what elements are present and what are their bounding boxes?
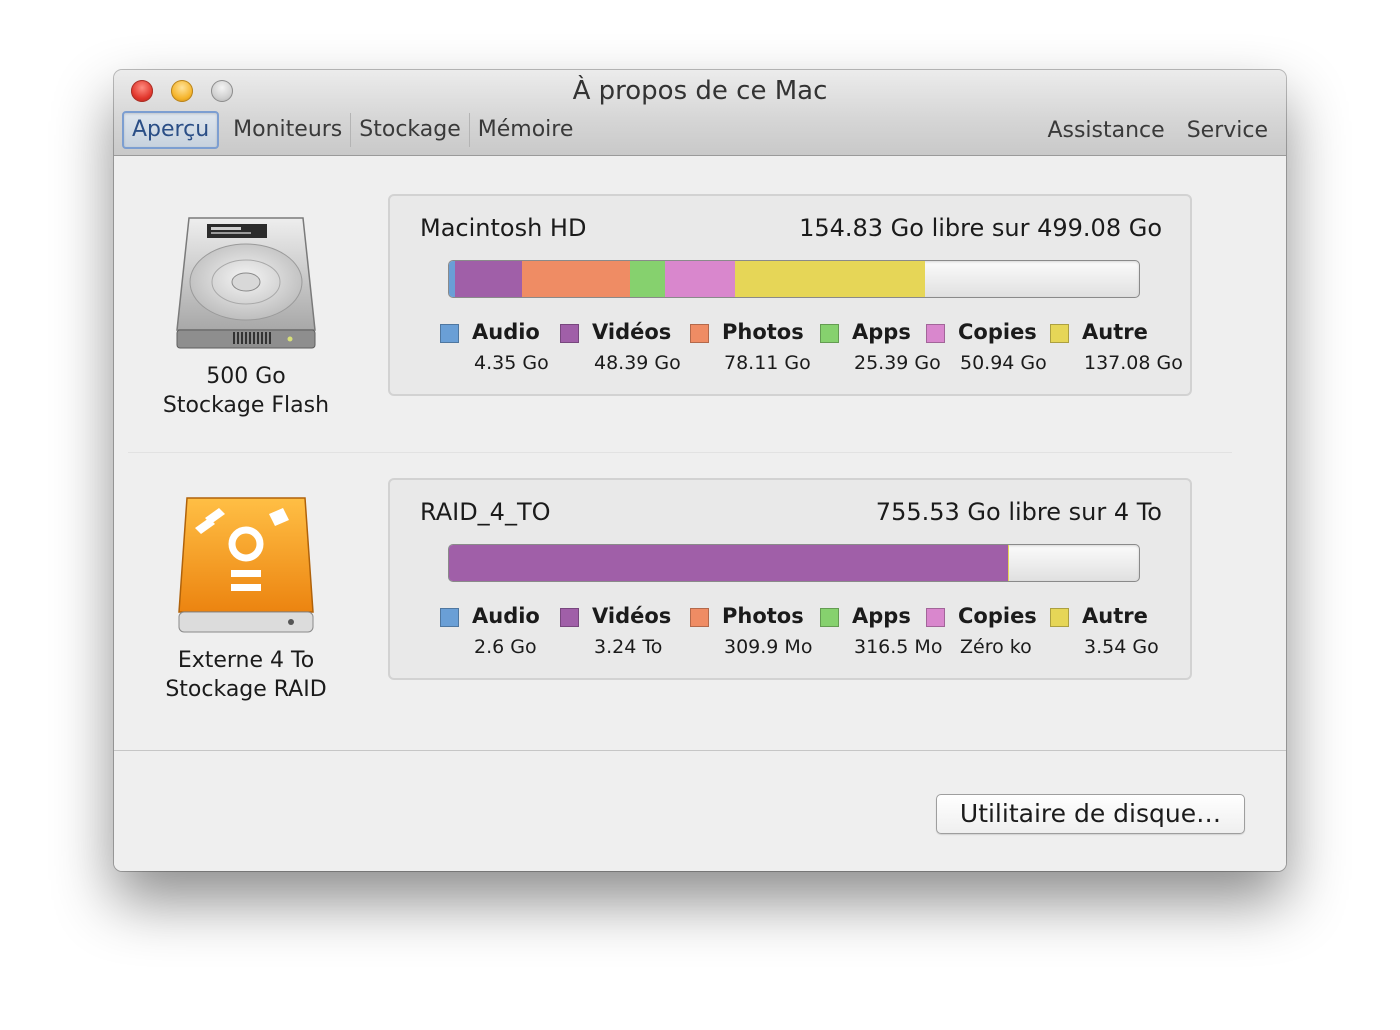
legend-value: 137.08 Go: [1084, 352, 1183, 374]
legend-label: Audio: [472, 604, 540, 628]
tab-apercu[interactable]: Aperçu: [122, 111, 220, 149]
usage-segment-photos: [521, 261, 630, 297]
copies-swatch: [926, 324, 945, 343]
service-link[interactable]: Service: [1187, 118, 1268, 143]
free-space-label: 154.83 Go libre sur 499.08 Go: [799, 214, 1162, 242]
photos-swatch: [690, 608, 709, 627]
storage-legend: Audio 2.6 Go Vidéos 3.24 To Photos 309.9…: [440, 604, 1180, 666]
legend-label: Copies: [958, 320, 1037, 344]
legend-value: 25.39 Go: [854, 352, 941, 374]
legend-value: 316.5 Mo: [854, 636, 943, 658]
usage-segment-videos: [455, 261, 522, 297]
legend-value: 4.35 Go: [474, 352, 549, 374]
volume-name: RAID_4_TO: [420, 498, 551, 526]
usage-segment-videos: [449, 545, 1009, 581]
drive-usage-panel: Macintosh HD 154.83 Go libre sur 499.08 …: [388, 194, 1192, 396]
legend-value: Zéro ko: [960, 636, 1032, 658]
legend-label: Vidéos: [592, 604, 672, 628]
storage-usage-bar: [448, 544, 1140, 582]
legend-value: 3.24 To: [594, 636, 663, 658]
storage-content: 500 Go Stockage Flash Macintosh HD 154.8…: [114, 156, 1286, 750]
legend-label: Vidéos: [592, 320, 672, 344]
legend-label: Photos: [722, 320, 804, 344]
legend-value: 78.11 Go: [724, 352, 811, 374]
legend-value: 309.9 Mo: [724, 636, 813, 658]
legend-value: 50.94 Go: [960, 352, 1047, 374]
drive-internal: 500 Go Stockage Flash: [136, 208, 356, 420]
legend-label: Photos: [722, 604, 804, 628]
audio-swatch: [440, 608, 459, 627]
legend-value: 3.54 Go: [1084, 636, 1159, 658]
drive-external: Externe 4 To Stockage RAID: [136, 492, 356, 704]
audio-swatch: [440, 324, 459, 343]
drive-type-label: Stockage Flash: [162, 393, 330, 418]
apps-swatch: [820, 324, 839, 343]
firewire-drive-icon: [178, 497, 314, 633]
videos-swatch: [560, 608, 579, 627]
assistance-link[interactable]: Assistance: [1047, 118, 1164, 143]
legend-label: Apps: [852, 320, 911, 344]
storage-legend: Audio 4.35 Go Vidéos 48.39 Go Photos 78.…: [440, 320, 1183, 382]
photos-swatch: [690, 324, 709, 343]
section-divider: [128, 452, 1232, 453]
drive-usage-panel: RAID_4_TO 755.53 Go libre sur 4 To Audio…: [388, 478, 1192, 680]
about-this-mac-window: À propos de ce Mac Aperçu Moniteurs Stoc…: [114, 70, 1286, 871]
legend-label: Apps: [852, 604, 911, 628]
tab-moniteurs[interactable]: Moniteurs: [225, 113, 352, 147]
drive-capacity-label: Externe 4 To: [177, 648, 315, 673]
drive-capacity-label: 500 Go: [206, 364, 286, 389]
copies-swatch: [926, 608, 945, 627]
legend-label: Autre: [1082, 320, 1148, 344]
autre-swatch: [1050, 608, 1069, 627]
volume-name: Macintosh HD: [420, 214, 587, 242]
toolbar-links: Assistance Service: [1047, 112, 1268, 148]
drive-type-label: Stockage RAID: [165, 677, 327, 702]
legend-label: Copies: [958, 604, 1037, 628]
title-bar: À propos de ce Mac Aperçu Moniteurs Stoc…: [114, 70, 1286, 156]
apps-swatch: [820, 608, 839, 627]
tab-memoire[interactable]: Mémoire: [470, 113, 582, 147]
legend-value: 2.6 Go: [474, 636, 537, 658]
disk-utility-button[interactable]: Utilitaire de disque…: [936, 794, 1245, 834]
storage-usage-bar: [448, 260, 1140, 298]
videos-swatch: [560, 324, 579, 343]
window-footer: Utilitaire de disque…: [114, 750, 1286, 871]
usage-segment-autre: [735, 261, 925, 297]
usage-segment-copies: [665, 261, 736, 297]
legend-value: 48.39 Go: [594, 352, 681, 374]
hard-disk-icon: [176, 217, 316, 349]
usage-segment-autre: [1008, 545, 1010, 581]
autre-swatch: [1050, 324, 1069, 343]
usage-segment-apps: [629, 261, 666, 297]
tab-bar: Aperçu Moniteurs Stockage Mémoire: [122, 111, 582, 149]
legend-label: Audio: [472, 320, 540, 344]
free-space-label: 755.53 Go libre sur 4 To: [875, 498, 1162, 526]
window-title: À propos de ce Mac: [572, 76, 828, 106]
tab-stockage[interactable]: Stockage: [351, 113, 470, 147]
legend-label: Autre: [1082, 604, 1148, 628]
